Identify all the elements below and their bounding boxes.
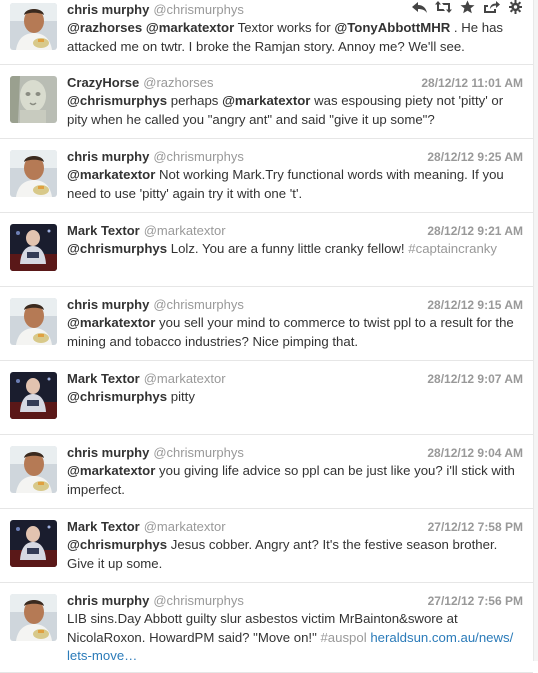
author-name[interactable]: chris murphy: [67, 593, 149, 608]
author-name[interactable]: chris murphy: [67, 2, 149, 17]
mention-link[interactable]: @markatextor: [67, 167, 155, 182]
scrollbar[interactable]: [534, 0, 538, 661]
tweet-header: Mark Textor @markatextor 27/12/12 7:58 PM: [67, 518, 523, 536]
tweet-timestamp[interactable]: 28/12/12 9:25 AM: [427, 148, 523, 166]
mention-link[interactable]: @chrismurphys: [67, 93, 167, 108]
avatar[interactable]: [10, 594, 57, 641]
author-handle[interactable]: @chrismurphys: [153, 593, 244, 608]
tweet-text: @markatextor Not working Mark.Try functi…: [67, 166, 519, 203]
tweet-text: @chrismurphys Jesus cobber. Angry ant? I…: [67, 536, 519, 573]
tweet-text: @markatextor you giving life advice so p…: [67, 462, 519, 499]
tweet-item[interactable]: Mark Textor @markatextor 28/12/12 9:21 AM @…: [0, 213, 533, 287]
author-name[interactable]: chris murphy: [67, 149, 149, 164]
tweet-timestamp[interactable]: 28/12/12 9:04 AM: [427, 444, 523, 462]
tweet-timestamp[interactable]: 28/12/12 9:21 AM: [427, 222, 523, 240]
avatar[interactable]: [10, 150, 57, 197]
avatar[interactable]: [10, 520, 57, 567]
tweet-text: LIB sins.Day Abbott guilty slur asbestos…: [67, 610, 519, 666]
author-handle[interactable]: @chrismurphys: [153, 297, 244, 312]
author-handle[interactable]: @razhorses: [143, 75, 213, 90]
text-segment: Lolz. You are a funny little cranky fell…: [167, 241, 409, 256]
tweet-header: Mark Textor @markatextor 28/12/12 9:21 AM: [67, 222, 523, 240]
avatar[interactable]: [10, 446, 57, 493]
author-name[interactable]: chris murphy: [67, 297, 149, 312]
avatar[interactable]: [10, 224, 57, 271]
mention-link[interactable]: @markatextor: [67, 463, 155, 478]
text-segment: perhaps: [167, 93, 223, 108]
tweet-text: @chrismurphys pitty: [67, 388, 519, 407]
tweet-timestamp[interactable]: 27/12/12 7:58 PM: [428, 518, 523, 536]
tweet-timestamp[interactable]: 28/12/12 9:15 AM: [427, 296, 523, 314]
avatar[interactable]: [10, 372, 57, 419]
mention-link[interactable]: @markatextor: [146, 20, 234, 35]
tweet-header: chris murphy @chrismurphys 27/12/12 7:56 P…: [67, 592, 523, 610]
tweet-text: @chrismurphys perhaps @markatextor was e…: [67, 92, 519, 129]
tweet-item[interactable]: Mark Textor @markatextor 28/12/12 9:07 AM @…: [0, 361, 533, 435]
tweet-header: chris murphy @chrismurphys: [67, 1, 523, 19]
tweet-header: chris murphy @chrismurphys 28/12/12 9:15 A…: [67, 296, 523, 314]
author-name[interactable]: chris murphy: [67, 445, 149, 460]
text-segment: Textor works for: [234, 20, 335, 35]
author-handle[interactable]: @markatextor: [144, 223, 226, 238]
tweet-item[interactable]: chris murphy @chrismurphys 28/12/12 9:25 A…: [0, 139, 533, 213]
text-segment: pitty: [167, 389, 195, 404]
tweet-item[interactable]: chris murphy @chrismurphys 27/12/12 7:56 P…: [0, 583, 533, 673]
author-handle[interactable]: @chrismurphys: [153, 445, 244, 460]
mention-link[interactable]: @markatextor: [222, 93, 310, 108]
tweet-timestamp[interactable]: 28/12/12 11:01 AM: [421, 74, 523, 92]
tweet-text: @markatextor you sell your mind to comme…: [67, 314, 519, 351]
author-name[interactable]: Mark Textor: [67, 371, 140, 386]
author-handle[interactable]: @chrismurphys: [153, 149, 244, 164]
author-name[interactable]: CrazyHorse: [67, 75, 139, 90]
avatar[interactable]: [10, 298, 57, 345]
author-name[interactable]: Mark Textor: [67, 223, 140, 238]
tweet-item[interactable]: chris murphy @chrismurphys @razhorses @mar…: [0, 0, 533, 65]
tweet-item[interactable]: Mark Textor @markatextor 27/12/12 7:58 PM @…: [0, 509, 533, 583]
mention-link[interactable]: @chrismurphys: [67, 241, 167, 256]
tweet-header: chris murphy @chrismurphys 28/12/12 9:25 A…: [67, 148, 523, 166]
mention-link[interactable]: @markatextor: [67, 315, 155, 330]
author-handle[interactable]: @markatextor: [144, 371, 226, 386]
mention-link[interactable]: @chrismurphys: [67, 389, 167, 404]
tweet-text: @razhorses @markatextor Textor works for…: [67, 19, 519, 56]
tweet-timestamp[interactable]: 28/12/12 9:07 AM: [427, 370, 523, 388]
avatar[interactable]: [10, 3, 57, 50]
tweet-header: CrazyHorse @razhorses 28/12/12 11:01 AM: [67, 74, 523, 92]
tweet-header: Mark Textor @markatextor 28/12/12 9:07 AM: [67, 370, 523, 388]
author-name[interactable]: Mark Textor: [67, 519, 140, 534]
author-handle[interactable]: @chrismurphys: [153, 2, 244, 17]
author-handle[interactable]: @markatextor: [144, 519, 226, 534]
tweet-text: @chrismurphys Lolz. You are a funny litt…: [67, 240, 519, 259]
tweet-item[interactable]: chris murphy @chrismurphys 28/12/12 9:15 A…: [0, 287, 533, 361]
mention-link[interactable]: @TonyAbbottMHR: [334, 20, 450, 35]
tweet-item[interactable]: chris murphy @chrismurphys 28/12/12 9:04 A…: [0, 435, 533, 509]
tweet-timestamp[interactable]: 27/12/12 7:56 PM: [428, 592, 523, 610]
mention-link[interactable]: @razhorses: [67, 20, 142, 35]
hashtag-link[interactable]: #captaincranky: [408, 241, 497, 256]
avatar[interactable]: [10, 76, 57, 123]
tweet-header: chris murphy @chrismurphys 28/12/12 9:04 A…: [67, 444, 523, 462]
mention-link[interactable]: @chrismurphys: [67, 537, 167, 552]
tweet-item[interactable]: CrazyHorse @razhorses 28/12/12 11:01 AM @ch…: [0, 65, 533, 139]
hashtag-link[interactable]: #auspol: [320, 630, 366, 645]
